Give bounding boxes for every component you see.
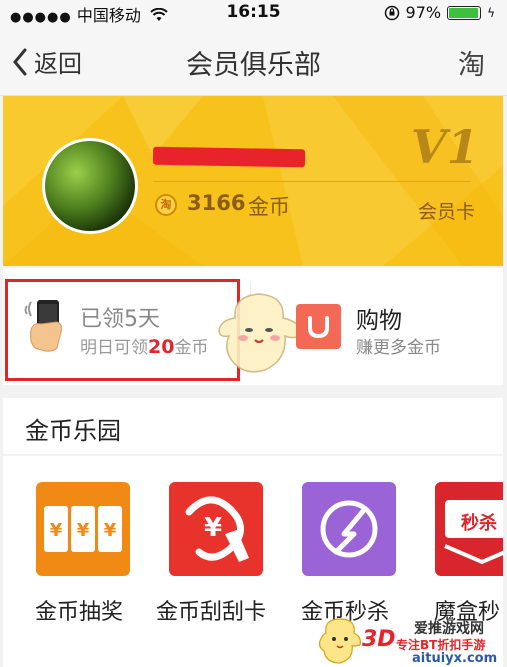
flash-sale-icon[interactable]: [302, 482, 396, 576]
taobao-button[interactable]: 淘: [458, 43, 485, 82]
lottery-glyph: ¥ ¥ ¥: [44, 506, 122, 552]
watermark-brand: 3D: [362, 627, 396, 652]
section-title: 金币乐园: [25, 417, 121, 445]
magic-box-icon[interactable]: 秒杀: [435, 482, 503, 576]
coin-balance: 3166: [187, 191, 246, 215]
scratch-card-icon[interactable]: ¥: [169, 482, 263, 576]
mascot-icon: [218, 293, 302, 373]
shopping-subtitle: 赚更多金币: [356, 338, 441, 358]
battery-status: 97% ϟ: [384, 3, 495, 22]
page-title: 会员俱乐部: [186, 50, 321, 81]
vip-level-badge: V1: [411, 120, 479, 174]
daily-signin-tile[interactable]: [5, 279, 240, 381]
charging-icon: ϟ: [487, 5, 495, 20]
watermark-url: aituiyx.com: [412, 651, 498, 666]
svg-text:¥: ¥: [104, 520, 117, 541]
scratch-card-glyph: ¥: [185, 496, 249, 562]
member-banner: 淘 3166 金币 V1 会员卡: [3, 96, 503, 266]
battery-fill: [449, 7, 479, 18]
shopping-bag-glyph: [308, 316, 329, 339]
status-bar: ●●●●● 中国移动 16:15 97% ϟ: [0, 0, 507, 25]
coin-park-header: 金币乐园: [3, 398, 503, 454]
coin-icon: 淘: [155, 194, 177, 216]
flash-sale-glyph: [320, 500, 378, 558]
battery-icon: [447, 5, 482, 20]
lottery-icon[interactable]: ¥ ¥ ¥: [36, 482, 130, 576]
navigation-bar: 返回 会员俱乐部 淘: [0, 24, 507, 96]
watermark-mascot-icon: [318, 618, 361, 664]
coin-unit-label: 金币: [248, 195, 290, 219]
orientation-lock-icon: [384, 5, 399, 20]
svg-text:¥: ¥: [50, 520, 63, 541]
watermark-site-name: 爱推游戏网: [414, 621, 484, 637]
member-card-link[interactable]: 会员卡: [418, 197, 475, 224]
magic-box-badge: 秒杀: [461, 513, 497, 534]
banner-divider: [153, 181, 471, 182]
avatar[interactable]: [42, 138, 138, 234]
shopping-title[interactable]: 购物: [356, 301, 402, 335]
battery-percent: 97%: [405, 3, 442, 22]
lottery-label[interactable]: 金币抽奖: [35, 594, 123, 626]
site-watermark: 3D 爱推游戏网 专注BT折扣手游 aituiyx.com: [316, 617, 507, 667]
scratch-card-label[interactable]: 金币刮刮卡: [156, 594, 266, 626]
username-redaction: [152, 146, 306, 168]
svg-text:¥: ¥: [204, 513, 222, 543]
svg-text:¥: ¥: [77, 520, 90, 541]
shopping-bag-icon[interactable]: [296, 304, 341, 349]
